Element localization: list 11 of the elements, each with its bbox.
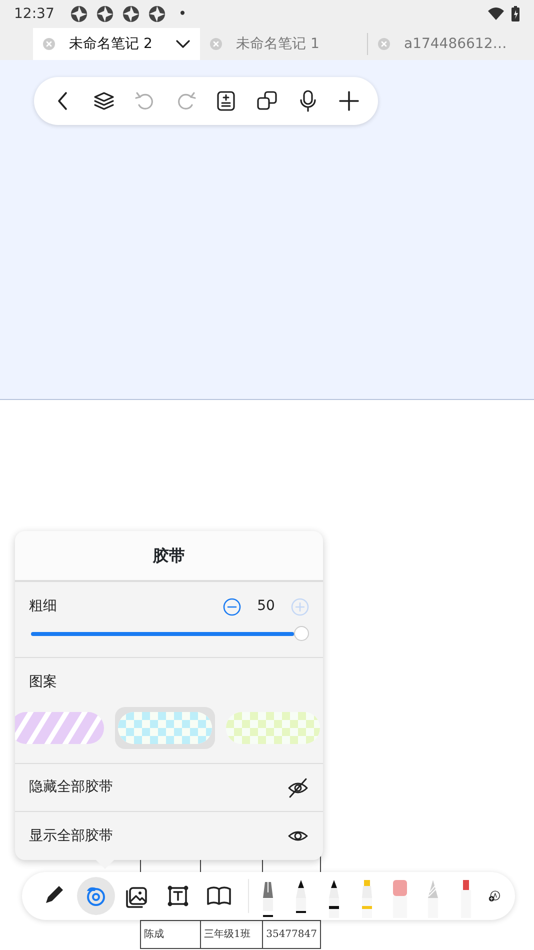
tape-action-row[interactable]: 隐藏全部胶带 bbox=[15, 764, 323, 812]
notification-dot: • bbox=[178, 4, 187, 24]
tape-action-row[interactable]: 显示全部胶带 bbox=[15, 812, 323, 860]
thickness-value: 50 bbox=[256, 597, 276, 616]
status-time: 12:37 bbox=[14, 4, 54, 24]
pattern-label: 图案 bbox=[28, 673, 58, 692]
note-tab[interactable]: 未命名笔记 2 bbox=[33, 28, 200, 60]
note-tab[interactable]: 未命名笔记 1 bbox=[200, 28, 367, 60]
thickness-label: 粗细 bbox=[29, 597, 58, 616]
note-tab[interactable]: a174486612… bbox=[368, 28, 528, 60]
popup-title: 胶带 bbox=[153, 544, 185, 566]
